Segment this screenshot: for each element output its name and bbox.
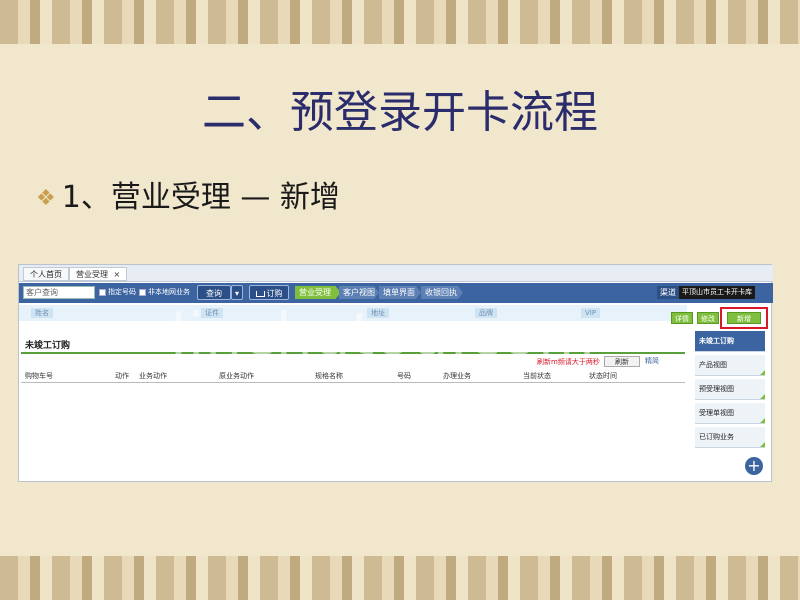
sidebar-item-label: 预受理视图 <box>699 385 734 393</box>
details-button[interactable]: 详情 <box>671 312 693 324</box>
modify-button[interactable]: 修改 <box>697 312 719 324</box>
checkbox-icon <box>99 288 106 296</box>
decorative-border-top <box>0 0 800 44</box>
sidebar: 未竣工订购 产品视图 预受理视图 受理单视图 已订购业务 <box>695 331 767 451</box>
filter-name: 姓名 <box>31 308 53 318</box>
nonlocal-checkbox[interactable]: 非本地网业务 <box>139 287 190 298</box>
sidebar-item-label: 未竣工订购 <box>699 337 734 345</box>
slide-subtitle: ❖ 1、营业受理 — 新增 <box>36 172 340 216</box>
step-customer-view[interactable]: 客户视图 <box>339 286 379 299</box>
slide-title: 二、预登录开卡流程 <box>202 87 598 138</box>
check1-label: 指定号码 <box>108 288 136 296</box>
step-business[interactable]: 营业受理 <box>295 286 341 299</box>
cart-icon <box>255 290 265 297</box>
compact-link[interactable]: 精简 <box>645 356 659 366</box>
sidebar-item-product-view[interactable]: 产品视图 <box>695 355 765 376</box>
chevron-down-icon[interactable]: ▾ <box>231 285 243 300</box>
customer-search-input[interactable]: 客户查询 <box>23 286 95 299</box>
subtitle-text: 1、营业受理 — 新增 <box>61 180 340 215</box>
order-label: 订购 <box>266 289 283 298</box>
column-header: 购物车号 <box>25 372 53 380</box>
step-form[interactable]: 填单界面 <box>379 286 421 299</box>
tab-business-label: 营业受理 <box>76 270 108 279</box>
panel-title: 未竣工订购 <box>25 341 71 351</box>
highlight-box <box>720 307 768 329</box>
close-icon[interactable]: × <box>114 270 121 279</box>
column-header: 号码 <box>397 372 411 380</box>
sidebar-item-label: 已订购业务 <box>699 433 734 441</box>
tab-home[interactable]: 个人首页 <box>23 267 69 281</box>
column-header: 状态时间 <box>589 372 617 380</box>
corner-marker-icon <box>760 418 765 423</box>
channel-label: 渠道 <box>657 286 679 299</box>
decorative-border-bottom <box>0 556 800 600</box>
corner-marker-icon <box>760 370 765 375</box>
sidebar-item-ordered-services[interactable]: 已订购业务 <box>695 427 765 448</box>
sidebar-item-acceptance-view[interactable]: 受理单视图 <box>695 403 765 424</box>
assigned-number-checkbox[interactable]: 指定号码 <box>99 287 136 298</box>
column-header: 动作 <box>115 372 129 380</box>
tab-bar: 个人首页 营业受理 × <box>19 265 773 282</box>
corner-marker-icon <box>760 442 765 447</box>
query-button[interactable]: 查询 <box>197 285 231 300</box>
app-screenshot: 个人首页 营业受理 × 客户查询 指定号码 非本地网业务 查询 ▾ 订购 营业受… <box>18 264 773 482</box>
slide: 二、预登录开卡流程 ❖ 1、营业受理 — 新增 个人首页 营业受理 × 客户查询 … <box>0 0 800 600</box>
refresh-button[interactable]: 刷新 <box>604 356 640 367</box>
column-header: 原业务动作 <box>219 372 254 380</box>
plus-icon[interactable]: + <box>745 457 763 475</box>
corner-marker-icon <box>760 394 765 399</box>
sidebar-item-unfinished-orders[interactable]: 未竣工订购 <box>695 331 765 352</box>
watermark: Jinchutou.com <box>170 300 596 368</box>
check2-label: 非本地网业务 <box>148 288 190 296</box>
checkbox-icon <box>139 288 146 296</box>
store-label: 平顶山市员工卡开卡库 <box>679 286 755 299</box>
column-header: 业务动作 <box>139 372 167 380</box>
sidebar-item-pre-acceptance-view[interactable]: 预受理视图 <box>695 379 765 400</box>
sidebar-item-label: 受理单视图 <box>699 409 734 417</box>
column-header: 当前状态 <box>523 372 551 380</box>
step-receipt[interactable]: 收银回执 <box>421 286 463 299</box>
column-header: 办理业务 <box>443 372 471 380</box>
column-header: 规格名称 <box>315 372 343 380</box>
diamond-bullet-icon: ❖ <box>36 186 56 211</box>
table-header: 购物车号 动作 业务动作 原业务动作 规格名称 号码 办理业务 当前状态 状态时… <box>21 369 685 383</box>
sidebar-item-label: 产品视图 <box>699 361 727 369</box>
order-button[interactable]: 订购 <box>249 285 289 300</box>
tab-business[interactable]: 营业受理 × <box>69 267 128 281</box>
